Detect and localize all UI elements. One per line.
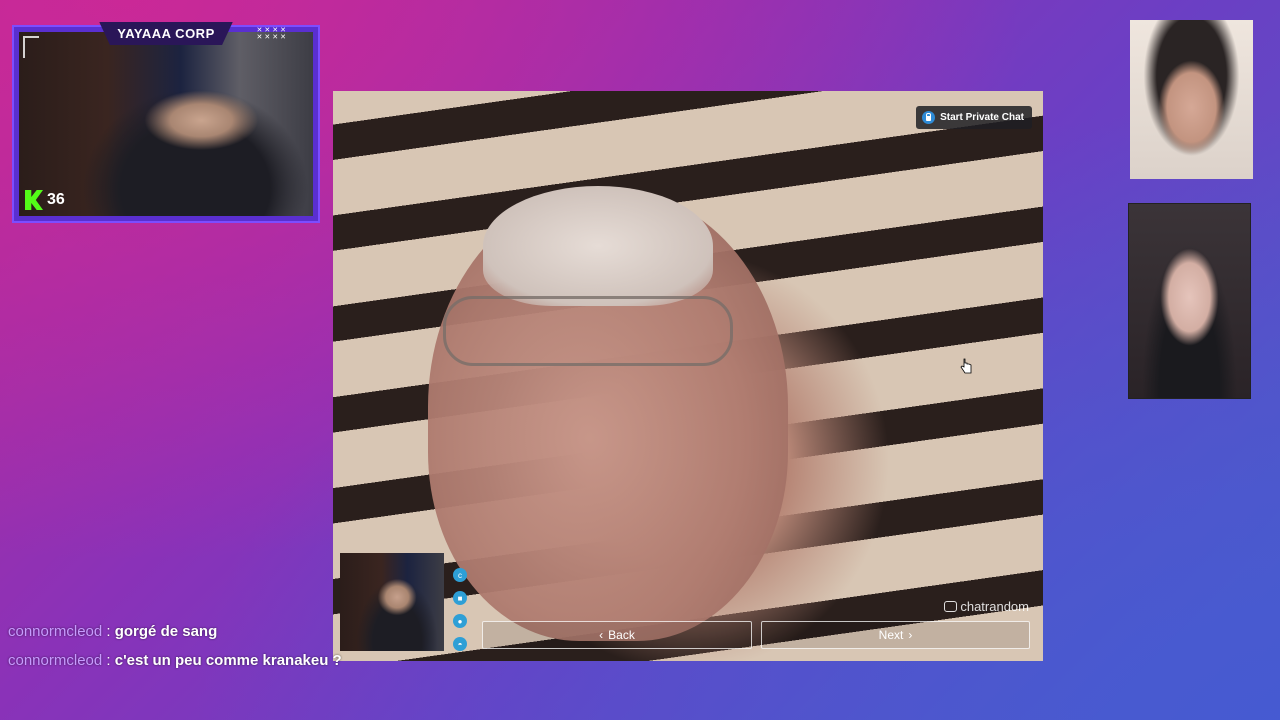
decorative-crosses: ✕✕✕✕ ✕✕✕✕ xyxy=(256,27,288,41)
streamer-webcam-overlay: 36 YAYAAA CORP ✕✕✕✕ ✕✕✕✕ xyxy=(14,22,318,221)
chat-message: connormcleod : gorgé de sang xyxy=(8,623,342,640)
video-camera-icon[interactable]: ■ xyxy=(453,591,467,605)
chat-message: connormcleod : c'est un peu comme kranak… xyxy=(8,652,342,669)
chat-separator: : xyxy=(106,652,115,669)
start-private-chat-label: Start Private Chat xyxy=(940,112,1024,123)
microphone-icon[interactable]: ● xyxy=(453,614,467,628)
stranger-hair xyxy=(483,186,713,306)
chat-overlay: connormcleod : gorgé de sang connormcleo… xyxy=(8,623,342,669)
chat-separator: : xyxy=(106,623,115,640)
chevron-left-icon: ‹ xyxy=(599,628,604,642)
frame-corner-decoration xyxy=(23,36,39,58)
sub-count: 36 xyxy=(47,191,65,208)
webcam-title: YAYAAA CORP xyxy=(99,22,233,45)
guest-cam-woman xyxy=(1130,20,1253,179)
mask-icon[interactable]: ◓ xyxy=(453,637,467,651)
chat-bubble-icon xyxy=(944,601,958,612)
chevron-right-icon: › xyxy=(908,628,913,642)
next-button[interactable]: Next › xyxy=(761,621,1030,649)
next-label: Next xyxy=(878,628,904,642)
chatrandom-watermark: chatrandom xyxy=(944,599,1029,614)
lock-icon xyxy=(922,111,936,124)
back-label: Back xyxy=(608,628,635,642)
chatrandom-logo-icon[interactable]: c xyxy=(453,568,467,582)
watermark-text: chatrandom xyxy=(960,599,1029,614)
stranger-video: Start Private Chat chatrandom c ■ ● ◓ ‹ … xyxy=(333,91,1043,661)
start-private-chat-button[interactable]: Start Private Chat xyxy=(916,106,1032,129)
back-button[interactable]: ‹ Back xyxy=(482,621,752,649)
stranger-glasses xyxy=(443,296,733,366)
streamer-webcam-feed: 36 xyxy=(19,32,313,216)
guest-cam-man xyxy=(1128,203,1251,399)
chat-text: gorgé de sang xyxy=(114,623,218,640)
chat-username: connormcleod xyxy=(8,652,103,669)
video-controls: c ■ ● ◓ xyxy=(451,568,469,651)
chat-text: c'est un peu comme kranakeu ? xyxy=(114,652,342,669)
hand-cursor-icon xyxy=(960,358,972,374)
self-video-preview xyxy=(340,553,444,651)
sub-count-badge: 36 xyxy=(25,190,65,210)
chat-username: connormcleod xyxy=(8,623,103,640)
kick-icon xyxy=(25,190,43,210)
